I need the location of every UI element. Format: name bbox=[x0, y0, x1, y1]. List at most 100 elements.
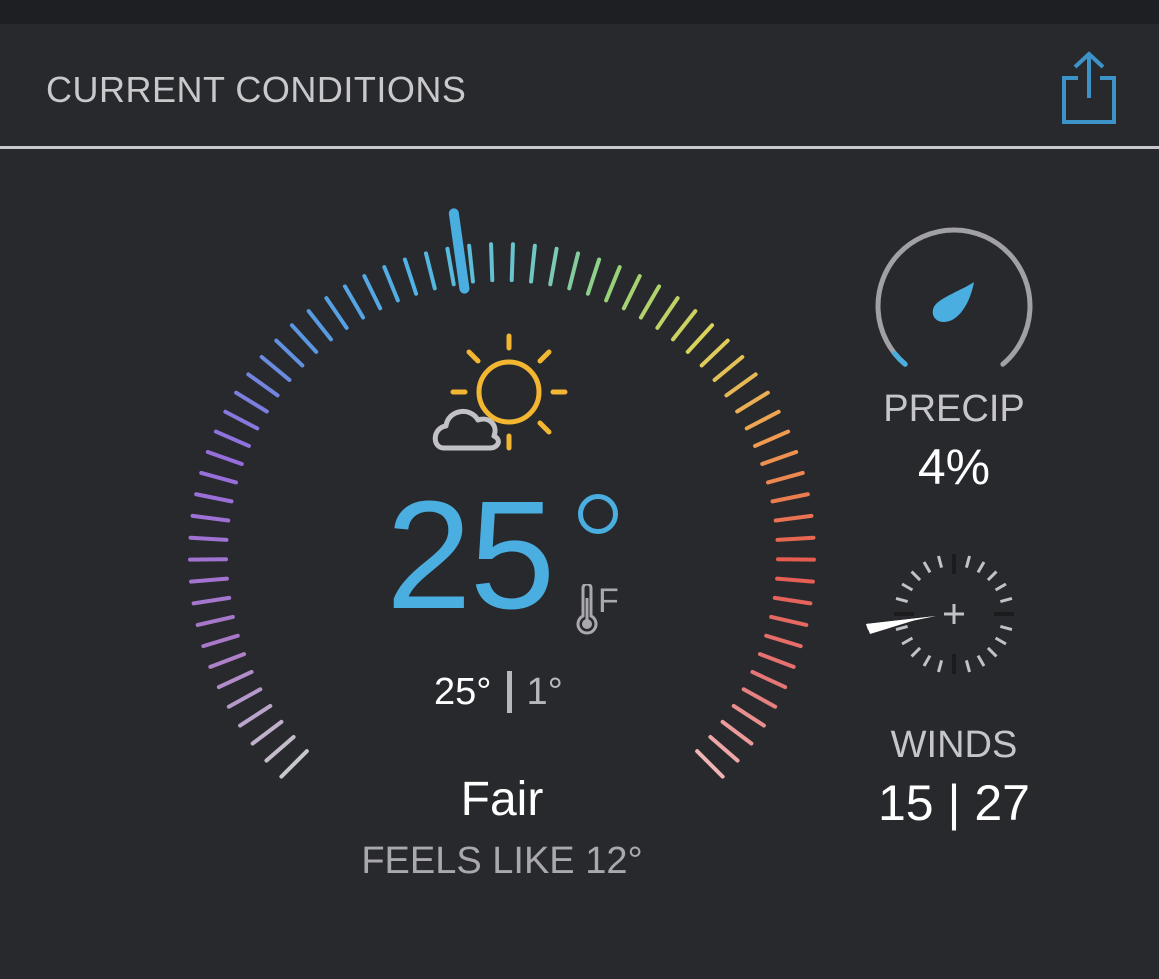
wind-tick bbox=[964, 659, 971, 673]
gauge-tick bbox=[208, 652, 247, 669]
gauge-tick bbox=[509, 242, 515, 283]
wind-tick bbox=[901, 582, 914, 592]
wind-tick bbox=[901, 636, 914, 646]
gauge-tick bbox=[655, 296, 680, 330]
gauge-tick bbox=[744, 409, 781, 431]
gauge-tick bbox=[199, 470, 238, 485]
gauge-tick bbox=[670, 309, 698, 342]
gauge-tick bbox=[769, 614, 809, 627]
gauge-tick bbox=[760, 449, 799, 466]
wind-tick bbox=[976, 654, 986, 667]
wind-tick bbox=[986, 570, 998, 582]
gauge-tick bbox=[194, 492, 234, 504]
gauge-tick bbox=[766, 470, 805, 485]
wind-tick bbox=[994, 636, 1007, 646]
gauge-tick bbox=[548, 246, 559, 287]
temperature-unit: F bbox=[598, 582, 619, 620]
gauge-tick bbox=[772, 595, 813, 606]
temperature-needle bbox=[448, 208, 470, 294]
wind-dial bbox=[866, 554, 1014, 674]
gauge-tick bbox=[234, 390, 269, 414]
gauge-tick bbox=[685, 323, 715, 354]
gauge-tick bbox=[223, 409, 260, 431]
low-temperature: 1° bbox=[526, 670, 563, 713]
gauge-tick bbox=[362, 274, 383, 311]
gauge-tick bbox=[289, 323, 319, 354]
wind-tick bbox=[922, 561, 932, 574]
gauge-tick bbox=[638, 284, 662, 320]
degree-symbol bbox=[578, 494, 618, 534]
wind-tick bbox=[910, 646, 922, 658]
gauge-tick bbox=[731, 703, 766, 728]
gauge-tick bbox=[753, 429, 791, 448]
gauge-tick bbox=[238, 703, 273, 728]
gauge-tick bbox=[205, 449, 244, 466]
gauge-tick bbox=[216, 669, 254, 690]
gauge-tick bbox=[445, 246, 456, 287]
gauge-tick bbox=[764, 633, 803, 649]
wind-tick bbox=[910, 570, 922, 582]
gauge-tick bbox=[259, 355, 292, 382]
gauge-tick bbox=[699, 338, 730, 368]
gauge-tick bbox=[567, 251, 581, 291]
partly-sunny-icon bbox=[432, 333, 568, 451]
gauge-tick bbox=[604, 265, 622, 303]
raindrop-icon bbox=[932, 282, 974, 322]
wind-tick bbox=[937, 659, 944, 673]
high-temperature: 25° bbox=[434, 670, 492, 713]
gauge-tick bbox=[264, 734, 296, 763]
wind-tick bbox=[964, 555, 971, 569]
gauge-tick bbox=[190, 513, 231, 523]
wind-tick bbox=[986, 646, 998, 658]
winds-value: 15 | 27 bbox=[877, 775, 1030, 831]
gauge-tick bbox=[529, 243, 537, 284]
feels-like: FEELS LIKE 12° bbox=[361, 840, 643, 882]
gauge-tick bbox=[250, 719, 284, 746]
gauge-tick bbox=[775, 576, 815, 584]
gauge-tick bbox=[188, 535, 229, 542]
gauge-tick bbox=[324, 296, 349, 330]
gauge-tick bbox=[621, 274, 642, 311]
gauge-tick bbox=[712, 355, 745, 382]
gauge-tick bbox=[735, 390, 770, 414]
gauge-tick bbox=[750, 669, 788, 690]
gauge-tick bbox=[191, 595, 232, 606]
gauge-tick bbox=[382, 265, 400, 303]
high-low-separator bbox=[507, 671, 513, 713]
wind-tick bbox=[976, 561, 986, 574]
gauge-tick bbox=[741, 687, 778, 709]
thermometer-icon bbox=[576, 584, 598, 635]
gauge-tick bbox=[195, 614, 235, 627]
current-temperature: 25 bbox=[386, 469, 555, 641]
gauge-tick bbox=[585, 257, 602, 296]
precip-value: 4% bbox=[917, 439, 991, 495]
wind-tick bbox=[999, 597, 1013, 604]
winds-label: WINDS bbox=[890, 724, 1018, 766]
gauge-tick bbox=[189, 576, 229, 584]
gauge-tick bbox=[342, 284, 366, 320]
gauge-tick bbox=[402, 257, 419, 296]
gauge-tick bbox=[757, 652, 796, 669]
gauge-tick bbox=[770, 492, 810, 504]
gauge-tick bbox=[467, 243, 475, 284]
high-low: 25° 1° bbox=[434, 670, 563, 714]
wind-tick bbox=[922, 654, 932, 667]
gauge-tick bbox=[201, 633, 240, 649]
wind-tick bbox=[999, 624, 1013, 631]
gauge-tick bbox=[773, 513, 814, 523]
gauge-tick bbox=[720, 719, 754, 746]
gauge-tick bbox=[213, 429, 251, 448]
wind-tick bbox=[895, 624, 909, 631]
precip-label: PRECIP bbox=[883, 388, 1025, 430]
gauge-tick bbox=[246, 372, 280, 398]
wind-tick bbox=[895, 597, 909, 604]
gauge-tick bbox=[708, 734, 740, 763]
wind-tick bbox=[937, 555, 944, 569]
gauge-tick bbox=[274, 338, 305, 368]
precip-gauge bbox=[875, 227, 1033, 367]
gauge-tick bbox=[306, 309, 334, 342]
gauge-tick bbox=[724, 372, 758, 398]
gauge-tick bbox=[226, 687, 263, 709]
gauge-tick bbox=[775, 535, 816, 542]
wind-tick bbox=[994, 582, 1007, 592]
